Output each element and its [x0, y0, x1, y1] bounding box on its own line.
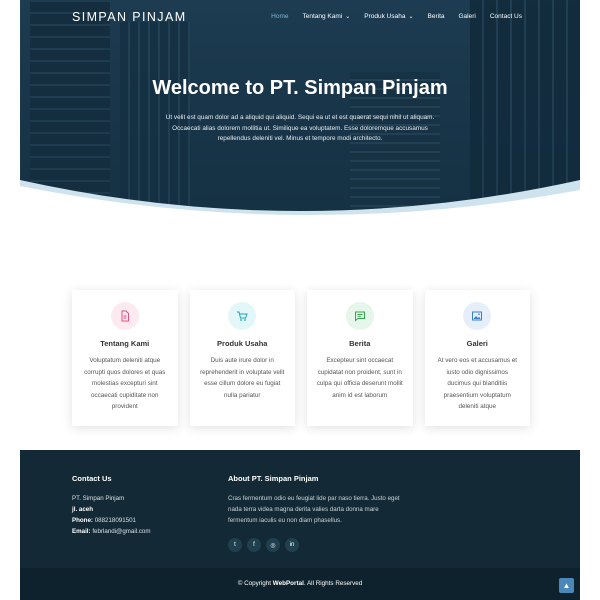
document-icon [110, 302, 139, 330]
feature-card-tentang-kami[interactable]: Tentang Kami Voluptatum deleniti atque c… [72, 290, 178, 426]
chevron-down-icon: ⌄ [345, 14, 351, 20]
footer-email-value[interactable]: febrlandi@gmail.com [92, 528, 150, 535]
feature-card-text: Duis aute irure dolor in reprehenderit i… [200, 357, 285, 399]
nav-item-contact-us[interactable]: Contact Us [490, 13, 522, 20]
footer-company: PT. Simpan Pinjam [72, 495, 125, 502]
features-cards: Tentang Kami Voluptatum deleniti atque c… [72, 290, 530, 426]
facebook-icon[interactable]: f [247, 538, 261, 552]
footer-phone-value: 088218091501 [94, 517, 136, 524]
feature-card-text: At vero eos et accusamus et iusto odio d… [437, 357, 517, 410]
twitter-icon[interactable]: t [228, 538, 242, 552]
copyright-prefix: © Copyright [237, 580, 273, 587]
feature-card-title: Berita [349, 339, 371, 348]
back-to-top-button[interactable]: ▲ [559, 578, 574, 593]
nav-item-tentang-kami[interactable]: Tentang Kami ⌄ [303, 13, 351, 20]
footer-about-text: Cras fermentum odio eu feugiat lide par … [228, 495, 400, 524]
nav-item-berita[interactable]: Berita [428, 13, 445, 20]
footer-address: jl. aceh [72, 506, 93, 513]
social-links: t f ◎ in [228, 538, 408, 552]
hero-section: SIMPAN PINJAM Home Tentang Kami ⌄ Produk Us… [20, 0, 580, 232]
footer-about: About PT. Simpan Pinjam Cras fermentum o… [228, 474, 408, 552]
feature-card-text: Excepteur sint occaecat cupidatat non pr… [316, 357, 403, 399]
footer-phone-label: Phone: [72, 517, 93, 524]
footer-email-label: Email: [72, 528, 91, 535]
nav-item-galeri[interactable]: Galeri [459, 13, 476, 20]
nav-item-label: Berita [427, 13, 445, 20]
footer-contact: Contact Us PT. Simpan Pinjam jl. aceh Ph… [72, 474, 212, 537]
feature-card-text: Voluptatum deleniti atque corrupti quos … [84, 357, 166, 410]
nav-item-label: Tentang Kami [302, 13, 343, 20]
chevron-down-icon: ⌄ [408, 14, 414, 20]
page: SIMPAN PINJAM Home Tentang Kami ⌄ Produk Us… [20, 0, 580, 600]
nav-item-produk-usaha[interactable]: Produk Usaha ⌄ [364, 13, 413, 20]
nav-item-label: Produk Usaha [364, 13, 406, 20]
message-icon [345, 302, 374, 330]
feature-card-galeri[interactable]: Galeri At vero eos et accusamus et iusto… [424, 290, 530, 426]
footer: Contact Us PT. Simpan Pinjam jl. aceh Ph… [20, 450, 580, 600]
footer-email: Email: febrlandi@gmail.com [72, 526, 212, 537]
copyright-suffix: . All Rights Reserved [303, 580, 363, 587]
footer-phone: Phone: 088218091501 [72, 515, 212, 526]
linkedin-icon[interactable]: in [285, 538, 299, 552]
feature-card-title: Produk Usaha [217, 339, 268, 348]
footer-contact-heading: Contact Us [72, 474, 112, 483]
nav-item-label: Galeri [458, 13, 476, 20]
nav-item-home[interactable]: Home [271, 13, 288, 20]
navbar: SIMPAN PINJAM Home Tentang Kami ⌄ Produk Us… [20, 0, 580, 36]
nav-menu: Home Tentang Kami ⌄ Produk Usaha ⌄ Berita Gale… [257, 13, 522, 20]
nav-item-label: Contact Us [489, 13, 522, 20]
nav-item-label: Home [271, 13, 289, 20]
instagram-icon[interactable]: ◎ [266, 538, 280, 552]
copyright-brand: WebPortal [272, 580, 304, 587]
copyright-bar: © Copyright WebPortal. All Rights Reserv… [20, 568, 580, 600]
copyright-text: © Copyright WebPortal. All Rights Reserv… [20, 580, 580, 587]
arrow-up-icon: ▲ [562, 581, 571, 590]
hero-text: Ut velit est quam dolor ad a aliquid qui… [165, 114, 435, 142]
feature-card-title: Galeri [466, 339, 488, 348]
footer-about-heading: About PT. Simpan Pinjam [228, 474, 319, 483]
hero-title: Welcome to PT. Simpan Pinjam [152, 77, 448, 99]
image-icon [463, 302, 492, 330]
feature-card-berita[interactable]: Berita Excepteur sint occaecat cupidatat… [307, 290, 413, 426]
cart-icon [228, 302, 257, 330]
feature-card-title: Tentang Kami [100, 339, 150, 348]
feature-card-produk-usaha[interactable]: Produk Usaha Duis aute irure dolor in re… [189, 290, 295, 426]
hero-wave [20, 180, 580, 232]
site-logo[interactable]: SIMPAN PINJAM [72, 10, 187, 24]
